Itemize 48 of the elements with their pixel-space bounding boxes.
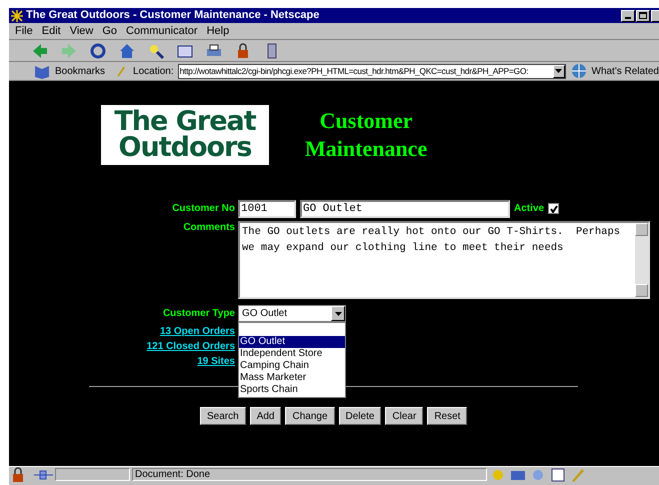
menu-item[interactable]: Go — [102, 22, 118, 40]
caret-icon[interactable] — [331, 306, 345, 321]
scrollbar[interactable] — [635, 223, 648, 297]
status-text: Document: Done — [132, 468, 487, 481]
whats-related-button[interactable]: What's Related — [592, 64, 659, 78]
home-icon[interactable] — [118, 42, 136, 60]
active-checkbox[interactable] — [548, 203, 560, 214]
orders-link[interactable]: 19 Sites — [197, 355, 235, 368]
form-button[interactable]: Change — [285, 407, 335, 425]
dropdown-option[interactable]: Camping Chain — [239, 360, 345, 372]
minimize-button[interactable] — [621, 10, 635, 22]
comments-field[interactable]: The GO outlets are really hot onto our GO T-Shirts. Perhaps we may expand our clothing line to meet their needs — [238, 221, 650, 299]
field-label: Customer Type — [162, 307, 235, 321]
form-button[interactable]: Reset — [427, 407, 468, 425]
field-label: Customer No — [171, 202, 235, 216]
maximize-button[interactable] — [636, 10, 650, 22]
page-heading: Customer — [320, 107, 413, 135]
orders-link[interactable]: 13 Open Orders — [160, 325, 235, 338]
customer-type-select[interactable]: GO Outlet — [238, 305, 346, 322]
menu-item[interactable]: File — [15, 22, 33, 40]
caret-icon[interactable] — [552, 64, 564, 78]
form-button[interactable]: Clear — [385, 407, 424, 425]
dropdown-option[interactable]: Sports Chain — [239, 384, 345, 396]
customer-number-field[interactable]: 1001 — [238, 200, 296, 218]
bookmarks-button[interactable]: Bookmarks — [55, 64, 106, 78]
customer-name-field[interactable]: GO Outlet — [300, 200, 510, 218]
menu-item[interactable]: Communicator — [126, 22, 198, 40]
field-label: Comments — [182, 221, 235, 235]
dropdown-option[interactable]: Mass Marketer — [239, 372, 345, 384]
form-button[interactable]: Delete — [338, 407, 382, 425]
form-button[interactable]: Search — [200, 407, 246, 425]
close-button[interactable] — [651, 10, 659, 22]
globe-icon[interactable] — [570, 62, 588, 80]
orders-link[interactable]: 121 Closed Orders — [146, 340, 235, 353]
window-title: The Great Outdoors - Customer Maintenance - Netscape — [26, 8, 320, 24]
dropdown-option[interactable]: GO Outlet — [239, 336, 345, 348]
menu-item[interactable]: Help — [206, 22, 230, 40]
page-heading: Maintenance — [305, 135, 428, 163]
form-button[interactable]: Add — [250, 407, 282, 425]
logo-text: The Great — [114, 109, 256, 135]
url-field[interactable]: http://wotawhittalc2/cgi-bin/phcgi.exe?PH_HTML=cust_hdr.htm&PH_QKC=cust_hdr&PH_APP=GO: — [178, 64, 566, 78]
logo-text: Outdoors — [118, 135, 252, 161]
menu-item[interactable]: Edit — [42, 22, 61, 40]
field-label: Active — [514, 202, 544, 216]
dropdown-option[interactable]: Independent Store — [239, 348, 345, 360]
app-icon — [11, 10, 23, 22]
menu-item[interactable]: View — [70, 22, 94, 40]
location-label: Location: — [133, 64, 174, 78]
